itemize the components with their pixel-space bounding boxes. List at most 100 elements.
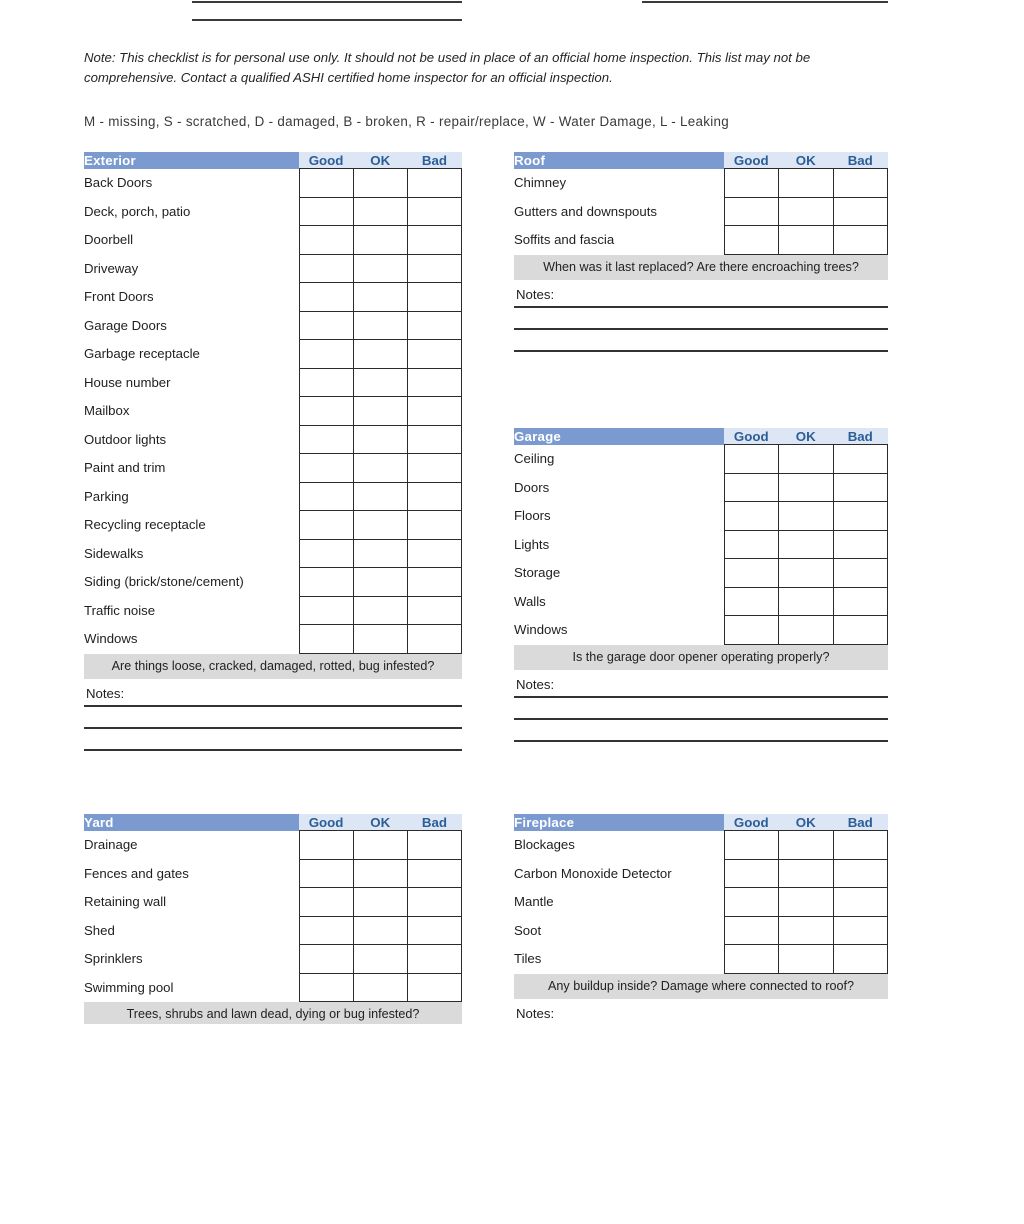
checkbox-cell-good[interactable] <box>298 367 354 397</box>
checkbox-cell-ok[interactable] <box>778 168 834 198</box>
checkbox-cell-ok[interactable] <box>352 424 408 454</box>
notes-write-line[interactable] <box>514 349 888 352</box>
checkbox-cell-ok[interactable] <box>778 944 834 974</box>
checkbox-cell-bad[interactable] <box>406 972 463 1002</box>
checkbox-cell-good[interactable] <box>298 168 354 198</box>
checkbox-cell-ok[interactable] <box>778 196 834 226</box>
checkbox-cell-bad[interactable] <box>406 944 463 974</box>
checkbox-cell-bad[interactable] <box>832 858 888 888</box>
checkbox-cell-good[interactable] <box>723 472 779 502</box>
checkbox-cell-bad[interactable] <box>406 481 463 511</box>
checkbox-cell-good[interactable] <box>298 196 354 226</box>
checkbox-cell-bad[interactable] <box>832 444 888 474</box>
checkbox-cell-bad[interactable] <box>406 510 463 540</box>
notes-write-line[interactable] <box>514 695 888 698</box>
notes-write-line[interactable] <box>84 726 462 729</box>
checkbox-cell-ok[interactable] <box>352 538 408 568</box>
notes-write-line[interactable] <box>514 327 888 330</box>
checkbox-cell-ok[interactable] <box>778 830 834 860</box>
checkbox-cell-bad[interactable] <box>406 339 463 369</box>
checkbox-cell-bad[interactable] <box>832 944 888 974</box>
checkbox-cell-good[interactable] <box>298 915 354 945</box>
checkbox-cell-ok[interactable] <box>352 567 408 597</box>
checkbox-cell-bad[interactable] <box>406 538 463 568</box>
checkbox-cell-good[interactable] <box>723 615 779 645</box>
checkbox-cell-bad[interactable] <box>832 225 888 255</box>
checkbox-cell-ok[interactable] <box>352 339 408 369</box>
checkbox-cell-ok[interactable] <box>352 830 408 860</box>
checkbox-cell-bad[interactable] <box>832 615 888 645</box>
checkbox-cell-good[interactable] <box>723 501 779 531</box>
checkbox-cell-bad[interactable] <box>832 472 888 502</box>
notes-write-line[interactable] <box>84 748 462 751</box>
notes-write-line[interactable] <box>84 704 462 707</box>
checkbox-cell-ok[interactable] <box>778 472 834 502</box>
checkbox-cell-bad[interactable] <box>406 624 463 654</box>
checkbox-cell-good[interactable] <box>723 830 779 860</box>
checkbox-cell-ok[interactable] <box>778 558 834 588</box>
checkbox-cell-good[interactable] <box>298 510 354 540</box>
checkbox-cell-ok[interactable] <box>778 887 834 917</box>
checkbox-cell-ok[interactable] <box>778 225 834 255</box>
checkbox-cell-good[interactable] <box>298 858 354 888</box>
checkbox-cell-ok[interactable] <box>352 887 408 917</box>
checkbox-cell-good[interactable] <box>298 972 354 1002</box>
checkbox-cell-good[interactable] <box>298 944 354 974</box>
checkbox-cell-ok[interactable] <box>778 858 834 888</box>
checkbox-cell-ok[interactable] <box>778 501 834 531</box>
checkbox-cell-ok[interactable] <box>352 396 408 426</box>
checkbox-cell-ok[interactable] <box>778 615 834 645</box>
checkbox-cell-ok[interactable] <box>352 510 408 540</box>
checkbox-cell-ok[interactable] <box>352 367 408 397</box>
checkbox-cell-bad[interactable] <box>406 453 463 483</box>
notes-write-line[interactable] <box>514 305 888 308</box>
checkbox-cell-ok[interactable] <box>352 282 408 312</box>
checkbox-cell-good[interactable] <box>723 225 779 255</box>
checkbox-cell-bad[interactable] <box>406 310 463 340</box>
checkbox-cell-bad[interactable] <box>406 567 463 597</box>
checkbox-cell-bad[interactable] <box>832 558 888 588</box>
checkbox-cell-ok[interactable] <box>352 225 408 255</box>
checkbox-cell-bad[interactable] <box>406 168 463 198</box>
checkbox-cell-ok[interactable] <box>352 915 408 945</box>
checkbox-cell-ok[interactable] <box>778 444 834 474</box>
checkbox-cell-good[interactable] <box>298 282 354 312</box>
checkbox-cell-good[interactable] <box>298 567 354 597</box>
checkbox-cell-bad[interactable] <box>832 887 888 917</box>
checkbox-cell-good[interactable] <box>298 887 354 917</box>
checkbox-cell-bad[interactable] <box>406 887 463 917</box>
checkbox-cell-good[interactable] <box>298 453 354 483</box>
checkbox-cell-ok[interactable] <box>778 915 834 945</box>
checkbox-cell-good[interactable] <box>723 915 779 945</box>
checkbox-cell-bad[interactable] <box>832 915 888 945</box>
notes-write-line[interactable] <box>514 717 888 720</box>
checkbox-cell-good[interactable] <box>723 196 779 226</box>
checkbox-cell-bad[interactable] <box>832 501 888 531</box>
checkbox-cell-good[interactable] <box>298 424 354 454</box>
checkbox-cell-good[interactable] <box>298 225 354 255</box>
checkbox-cell-bad[interactable] <box>406 282 463 312</box>
checkbox-cell-good[interactable] <box>298 830 354 860</box>
checkbox-cell-ok[interactable] <box>352 624 408 654</box>
checkbox-cell-good[interactable] <box>723 444 779 474</box>
notes-write-line[interactable] <box>514 739 888 742</box>
checkbox-cell-ok[interactable] <box>352 196 408 226</box>
checkbox-cell-bad[interactable] <box>406 915 463 945</box>
checkbox-cell-bad[interactable] <box>832 586 888 616</box>
checkbox-cell-good[interactable] <box>298 310 354 340</box>
checkbox-cell-bad[interactable] <box>406 858 463 888</box>
checkbox-cell-ok[interactable] <box>352 858 408 888</box>
checkbox-cell-good[interactable] <box>723 168 779 198</box>
checkbox-cell-good[interactable] <box>723 529 779 559</box>
checkbox-cell-good[interactable] <box>298 253 354 283</box>
checkbox-cell-ok[interactable] <box>778 586 834 616</box>
checkbox-cell-bad[interactable] <box>832 168 888 198</box>
checkbox-cell-ok[interactable] <box>352 972 408 1002</box>
checkbox-cell-good[interactable] <box>298 339 354 369</box>
checkbox-cell-bad[interactable] <box>406 396 463 426</box>
checkbox-cell-bad[interactable] <box>406 196 463 226</box>
checkbox-cell-good[interactable] <box>298 538 354 568</box>
checkbox-cell-good[interactable] <box>298 624 354 654</box>
checkbox-cell-bad[interactable] <box>406 253 463 283</box>
checkbox-cell-ok[interactable] <box>352 253 408 283</box>
